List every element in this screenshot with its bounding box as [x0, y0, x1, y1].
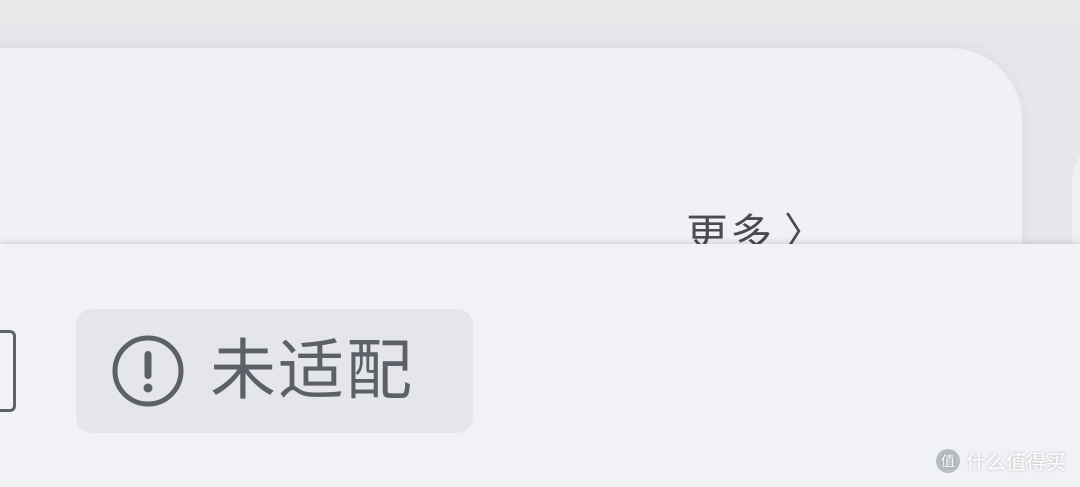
- watermark-text: 什么值得买: [966, 450, 1066, 474]
- background-strip: [0, 0, 1080, 48]
- watermark-logo-icon: 值: [936, 448, 960, 473]
- watermark: 值 什么值得买: [936, 446, 1066, 475]
- exclamation-circle-icon: [110, 333, 186, 409]
- previous-chip-edge[interactable]: [0, 330, 16, 412]
- status-chip-unadapted[interactable]: 未适配: [76, 309, 473, 433]
- status-chip-label: 未适配: [210, 332, 414, 409]
